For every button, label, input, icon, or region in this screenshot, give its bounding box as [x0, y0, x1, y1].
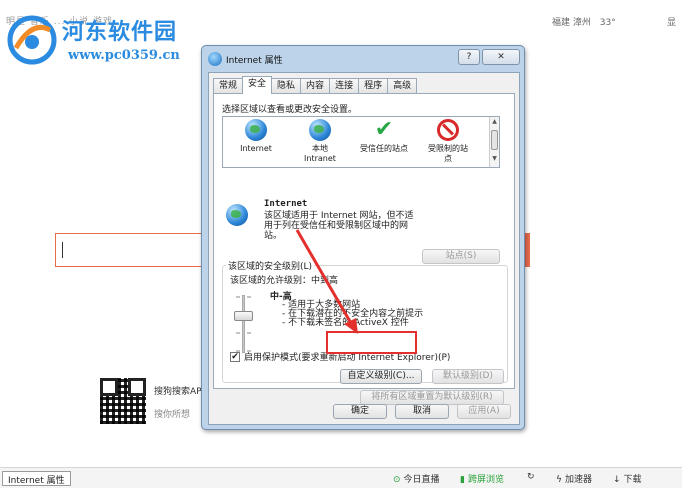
text-cursor: [62, 242, 63, 258]
no-entry-icon: [437, 119, 459, 141]
security-slider-thumb[interactable]: [234, 311, 253, 321]
default-level-button[interactable]: 默认级别(D): [432, 369, 504, 384]
zone-label: 受信任的站点: [360, 144, 408, 153]
download-button[interactable]: ↓ 下载: [613, 472, 642, 485]
lightning-icon: ϟ: [556, 475, 562, 485]
checkbox-checked-icon[interactable]: ✔: [230, 351, 240, 362]
allowed-levels-label: 该区域的允许级别：中到高: [230, 276, 339, 286]
security-level-label: 该区域的安全级别(L): [226, 259, 315, 272]
download-icon: ↓: [613, 475, 621, 485]
globe-icon: [245, 119, 267, 141]
weather-location: 福建 漳州: [552, 18, 591, 28]
zone-label: 本地 Intranet: [304, 144, 336, 163]
weather-widget[interactable]: 福建 漳州 33°: [552, 15, 622, 28]
zone-label: 受限制的站 点: [428, 144, 468, 163]
checkmark-icon: ✔: [374, 117, 394, 142]
tab-connections[interactable]: 连接: [329, 78, 360, 94]
status-bar: Internet 属性 ⊙ 今日直播 ▮ 跨屏浏览 ↻ ϟ 加速器 ↓ 下载: [0, 467, 682, 488]
watermark-title: 河东软件园: [62, 19, 178, 45]
internet-properties-dialog: Internet 属性 ? ✕ 常规 安全 隐私 内容 连接 程序 高级 选择区…: [201, 45, 525, 430]
close-button[interactable]: ✕: [482, 49, 520, 65]
help-button[interactable]: ?: [458, 49, 480, 65]
refresh-icon: ↻: [527, 472, 535, 482]
reset-all-zones-button[interactable]: 将所有区域重置为默认级别(R): [360, 390, 504, 405]
app-promo[interactable]: 搜狗搜索AP 搜你所想: [154, 384, 202, 430]
zone-list: Internet 本地 Intranet ✔ 受信任的站点 受限制的站 点 ▲: [222, 116, 500, 168]
tab-general[interactable]: 常规: [213, 78, 244, 94]
selected-zone-description: 该区域适用于 Internet 网站，但不适用于列在受信任和受限制区域中的网站。: [264, 211, 414, 241]
dialog-body: 常规 安全 隐私 内容 连接 程序 高级 选择区域以查看或更改安全设置。 Int…: [208, 72, 520, 425]
watermark-url: www.pc0359.cn: [68, 48, 180, 63]
zone-restricted-sites[interactable]: 受限制的站 点: [417, 119, 479, 164]
search-input[interactable]: [55, 233, 215, 267]
tab-strip: 常规 安全 隐私 内容 连接 程序 高级: [213, 76, 418, 94]
dialog-title: Internet 属性: [226, 56, 283, 66]
phone-icon: ▮: [460, 475, 465, 485]
security-level-details: - 适用于大多数网站 - 在下载潜在的不安全内容之前提示 - 不下载未签名的 A…: [282, 301, 423, 328]
promo-subtitle: 搜你所想: [154, 410, 191, 420]
level-bullet: - 不下载未签名的 ActiveX 控件: [282, 318, 409, 328]
weather-temp: 33°: [599, 18, 616, 28]
site-watermark: 河东软件园 www.pc0359.cn: [4, 12, 214, 70]
tab-privacy[interactable]: 隐私: [271, 78, 302, 94]
tab-security[interactable]: 安全: [242, 76, 273, 94]
refresh-status-button[interactable]: ↻: [527, 472, 538, 482]
play-circle-icon: ⊙: [393, 475, 401, 485]
scroll-thumb[interactable]: [491, 130, 498, 150]
tab-advanced[interactable]: 高级: [387, 78, 418, 94]
qr-code: [100, 378, 146, 424]
zone-list-scrollbar[interactable]: ▲ ▼: [489, 117, 499, 167]
promo-title: 搜狗搜索AP: [154, 387, 202, 397]
scroll-down-icon[interactable]: ▼: [490, 154, 499, 163]
intranet-icon: [309, 119, 331, 141]
zone-internet[interactable]: Internet: [225, 119, 287, 154]
ie-globe-icon: [208, 52, 222, 66]
zone-prompt-label: 选择区域以查看或更改安全设置。: [222, 105, 358, 115]
live-today-button[interactable]: ⊙ 今日直播: [393, 472, 440, 485]
highlight-box: [326, 331, 417, 354]
custom-level-button[interactable]: 自定义级别(C)...: [340, 369, 422, 384]
top-right-link[interactable]: 显: [667, 15, 676, 28]
taskbar-item-internet-properties[interactable]: Internet 属性: [2, 471, 71, 486]
selected-zone-globe-icon: [226, 204, 248, 226]
zone-label: Internet: [240, 144, 272, 153]
zone-local-intranet[interactable]: 本地 Intranet: [289, 119, 351, 164]
scroll-up-icon[interactable]: ▲: [490, 117, 499, 126]
cross-screen-button[interactable]: ▮ 跨屏浏览: [460, 472, 504, 485]
security-slider-track[interactable]: [242, 295, 245, 353]
dialog-titlebar[interactable]: Internet 属性 ? ✕: [202, 46, 524, 72]
zone-trusted-sites[interactable]: ✔ 受信任的站点: [353, 119, 415, 154]
tab-content[interactable]: 内容: [300, 78, 331, 94]
apply-button[interactable]: 应用(A): [457, 404, 511, 419]
accelerator-button[interactable]: ϟ 加速器: [556, 472, 592, 485]
ok-button[interactable]: 确定: [333, 404, 387, 419]
cancel-button[interactable]: 取消: [395, 404, 449, 419]
watermark-logo-icon: [7, 15, 57, 65]
tab-programs[interactable]: 程序: [358, 78, 389, 94]
selected-zone-name: Internet: [264, 199, 308, 209]
